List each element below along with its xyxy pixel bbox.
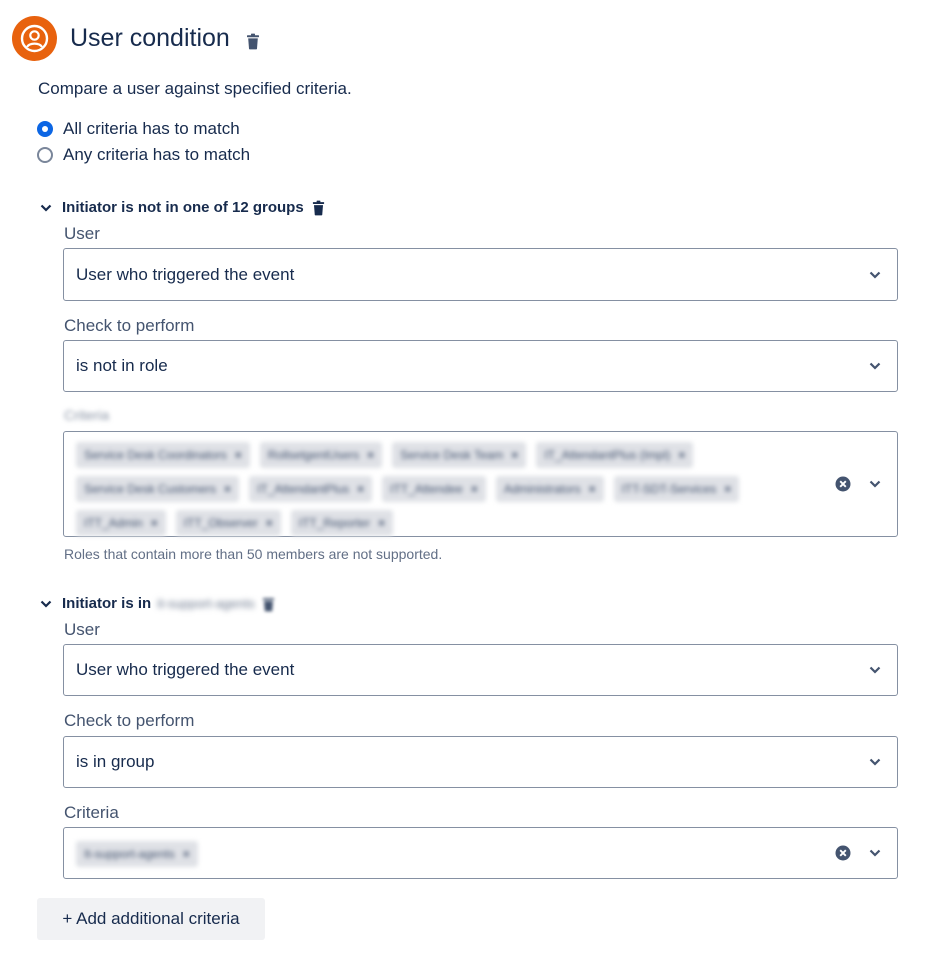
criteria-1-header[interactable]: Initiator is not in one of 12 groups — [38, 199, 326, 216]
clear-icon[interactable] — [835, 476, 851, 492]
criteria-multiselect[interactable]: Service Desk Coordinators × RollsetgentUs… — [63, 431, 898, 537]
page-title: User condition — [70, 24, 230, 52]
criteria-tag[interactable]: It-support-agents × — [76, 841, 198, 867]
criteria-tag[interactable]: Service Desk Coordinators × — [76, 442, 250, 468]
criteria-tag[interactable]: Service Desk Customers × — [76, 476, 240, 502]
delete-criteria-icon[interactable] — [311, 200, 326, 216]
criteria-tags: Service Desk Coordinators × RollsetgentUs… — [72, 436, 787, 536]
check-select[interactable]: is not in role — [63, 340, 898, 392]
user-select[interactable]: User who triggered the event — [63, 248, 898, 301]
criteria-tag[interactable]: ITT_Admin × — [76, 510, 166, 536]
radio-label: Any criteria has to match — [63, 145, 251, 164]
chevron-down-icon[interactable] — [869, 362, 881, 370]
chevron-down-icon[interactable] — [869, 758, 881, 766]
criteria-2-header[interactable]: Initiator is in it-support-agents — [38, 595, 276, 612]
helper-text: Roles that contain more than 50 members … — [64, 546, 443, 562]
criteria-label: Criteria — [64, 803, 119, 822]
user-label: User — [64, 224, 100, 243]
chevron-down-icon[interactable] — [869, 666, 881, 674]
collapse-chevron-icon[interactable] — [38, 204, 54, 212]
user-label: User — [64, 620, 100, 639]
delete-criteria-icon[interactable] — [261, 596, 276, 612]
chevron-down-icon[interactable] — [869, 480, 881, 488]
check-select-value: is in group — [76, 752, 155, 771]
user-select[interactable]: User who triggered the event — [63, 644, 898, 696]
radio-label: All criteria has to match — [63, 119, 240, 138]
radio-button[interactable] — [37, 147, 53, 163]
criteria-tag[interactable]: Administrators × — [495, 476, 604, 502]
user-select-value: User who triggered the event — [76, 264, 295, 284]
criteria-label: Criteria — [64, 407, 110, 423]
radio-any-criteria[interactable]: Any criteria has to match — [37, 145, 250, 165]
check-label: Check to perform — [64, 316, 195, 335]
chevron-down-icon[interactable] — [869, 271, 881, 279]
condition-description: Compare a user against specified criteri… — [38, 79, 352, 98]
add-criteria-button[interactable]: + Add additional criteria — [37, 898, 265, 940]
criteria-tag[interactable]: IT_AttendantPlus (Impl) × — [536, 442, 694, 468]
criteria-multiselect[interactable]: It-support-agents × — [63, 827, 898, 879]
criteria-tag[interactable]: ITT-SDT-Services × — [613, 476, 740, 502]
check-select-value: is not in role — [76, 356, 168, 375]
radio-all-criteria[interactable]: All criteria has to match — [37, 119, 240, 139]
check-select[interactable]: is in group — [63, 736, 898, 788]
criteria-1-title: Initiator is not in one of 12 groups — [62, 199, 304, 216]
user-avatar-icon — [12, 16, 57, 61]
criteria-tag[interactable]: RollsetgentUsers × — [259, 442, 383, 468]
condition-header: User condition — [12, 16, 261, 61]
radio-button-selected[interactable] — [37, 121, 53, 137]
criteria-tag[interactable]: ITT_Observer × — [175, 510, 281, 536]
criteria-tag[interactable]: ITT_Attendee × — [382, 476, 486, 502]
criteria-tag[interactable]: IT_AttendantPlus × — [249, 476, 373, 502]
check-label: Check to perform — [64, 711, 195, 730]
criteria-2-group-name: it-support-agents — [157, 596, 255, 611]
criteria-tag[interactable]: Service Desk Team × — [392, 442, 527, 468]
delete-condition-icon[interactable] — [245, 33, 261, 50]
clear-icon[interactable] — [835, 845, 851, 861]
criteria-2-title: Initiator is in — [62, 595, 152, 612]
criteria-tag[interactable]: ITT_Reporter × — [290, 510, 394, 536]
criteria-tags: It-support-agents × — [72, 838, 787, 868]
chevron-down-icon[interactable] — [869, 849, 881, 857]
collapse-chevron-icon[interactable] — [38, 600, 54, 608]
user-select-value: User who triggered the event — [76, 660, 295, 679]
